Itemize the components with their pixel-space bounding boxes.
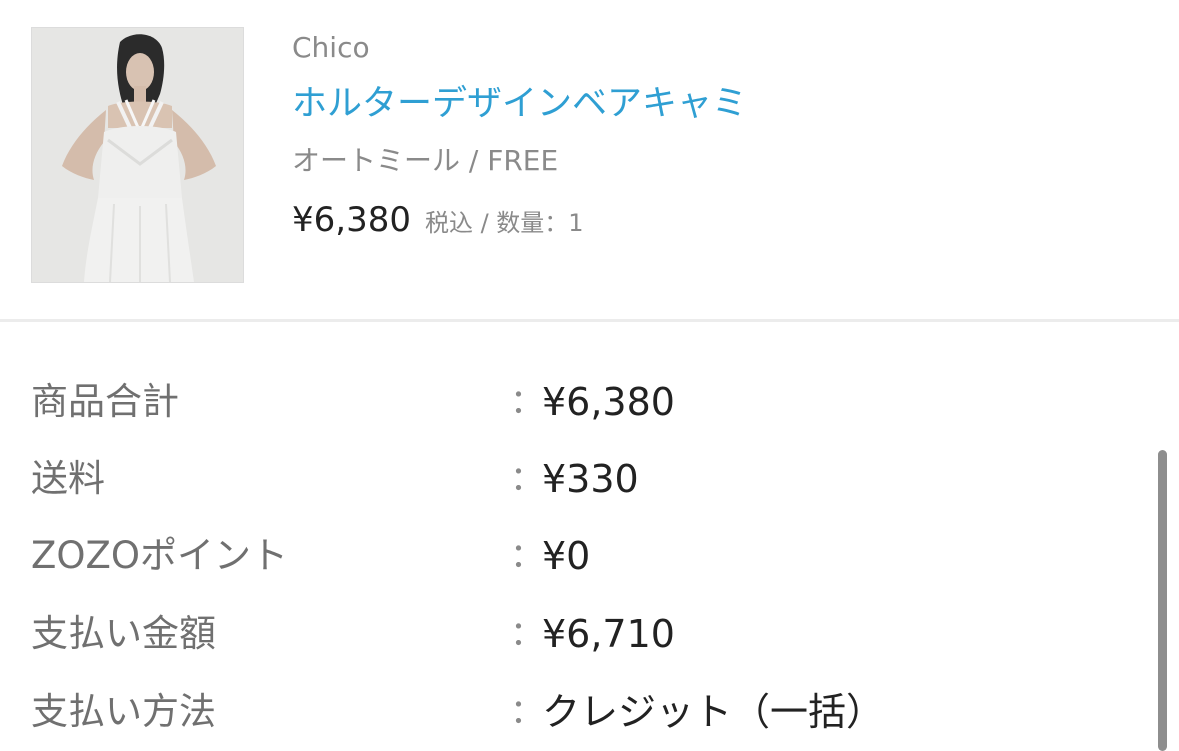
summary-colon: ： [510,459,544,499]
order-summary: 商品合計 ： ¥6,380 送料 ： ¥330 ZOZOポイント ： ¥0 支払… [0,322,1179,751]
summary-colon: ： [510,692,544,732]
summary-row-shipping: 送料 ： ¥330 [0,449,1179,509]
summary-row-points: ZOZOポイント ： ¥0 [0,526,1179,586]
summary-row-payment-method: 支払い方法 ： クレジット（一括） [0,682,1179,742]
summary-value: ¥330 [542,457,639,501]
summary-label: ZOZOポイント [31,534,288,577]
summary-label: 支払い金額 [31,612,216,655]
summary-value: クレジット（一括） [542,690,885,734]
product-title-link[interactable]: ホルターデザインベアキャミ [292,82,747,126]
summary-colon: ： [510,536,544,576]
product-thumbnail[interactable] [31,27,244,283]
product-price: ¥6,380 [292,200,411,240]
summary-label: 商品合計 [31,380,179,423]
summary-row-total: 支払い金額 ： ¥6,710 [0,604,1179,664]
summary-value: ¥0 [542,534,591,578]
price-row: ¥6,380 税込 / 数量：1 [292,198,584,248]
brand-name[interactable]: Chico [292,30,370,66]
summary-value: ¥6,710 [542,612,675,656]
product-photo-illustration [32,28,243,282]
summary-colon: ： [510,614,544,654]
scrollbar[interactable] [1158,450,1167,751]
summary-colon: ： [510,382,544,422]
summary-row-subtotal: 商品合計 ： ¥6,380 [0,372,1179,432]
summary-value: ¥6,380 [542,380,675,424]
summary-label: 支払い方法 [31,690,216,733]
price-meta: 税込 / 数量：1 [424,209,584,237]
product-card[interactable]: Chico ホルターデザインベアキャミ オートミール / FREE ¥6,380… [0,0,1179,321]
order-detail-page: Chico ホルターデザインベアキャミ オートミール / FREE ¥6,380… [0,0,1179,751]
product-variant: オートミール / FREE [292,144,559,177]
summary-label: 送料 [31,457,105,500]
